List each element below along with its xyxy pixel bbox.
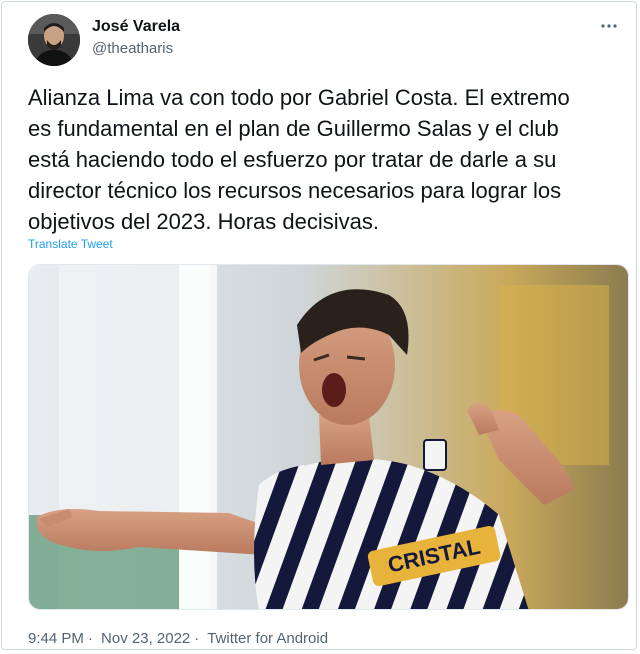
meta-separator: ·: [87, 630, 93, 647]
avatar[interactable]: [28, 14, 80, 66]
tweet-card: José Varela @theatharis Alianza Lima va …: [1, 1, 637, 650]
tweet-photo[interactable]: CRISTAL: [28, 264, 629, 610]
tweet-time[interactable]: 9:44 PM: [28, 630, 84, 647]
more-icon: [601, 24, 617, 28]
author-handle[interactable]: @theatharis: [92, 40, 173, 57]
player-celebration-image: CRISTAL: [29, 265, 628, 609]
more-options-button[interactable]: [594, 14, 624, 38]
tweet-source[interactable]: Twitter for Android: [207, 630, 328, 647]
meta-separator: ·: [194, 630, 200, 647]
tweet-date[interactable]: Nov 23, 2022: [101, 630, 190, 647]
tweet-metadata: 9:44 PM · Nov 23, 2022 · Twitter for Andro…: [28, 630, 332, 647]
avatar-image: [28, 14, 80, 66]
author-name[interactable]: José Varela: [92, 18, 180, 36]
tweet-text: Alianza Lima va con todo por Gabriel Cos…: [28, 85, 570, 234]
translate-tweet-link[interactable]: Translate Tweet: [28, 237, 113, 251]
